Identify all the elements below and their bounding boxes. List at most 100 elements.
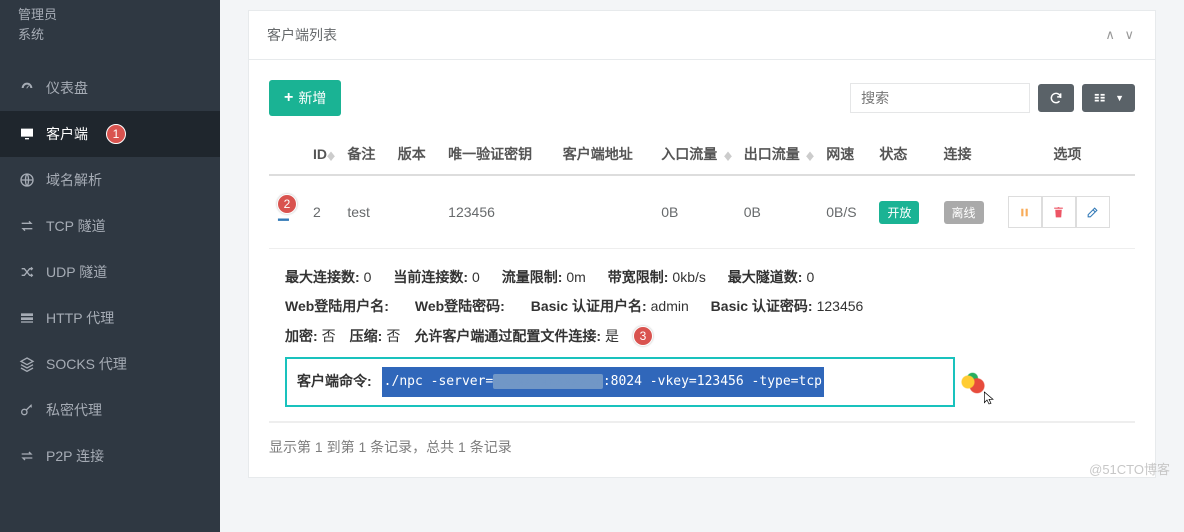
flow-limit-label: 流量限制: (502, 269, 563, 285)
sidebar-item-udp[interactable]: UDP 隧道 (0, 249, 220, 295)
add-button[interactable]: + 新增 (269, 80, 341, 116)
edit-icon (1086, 206, 1099, 219)
cell-speed: 0B/S (818, 175, 871, 249)
col-version[interactable]: 版本 (390, 134, 440, 175)
sidebar-item-http[interactable]: HTTP 代理 (0, 295, 220, 341)
refresh-icon (1049, 91, 1063, 105)
cur-conn-label: 当前连接数: (393, 269, 468, 285)
sidebar-item-label: TCP 隧道 (46, 216, 106, 236)
col-in[interactable]: 入口流量 (653, 134, 735, 175)
cfg-value: 是 (605, 328, 619, 344)
layers-icon (18, 355, 36, 373)
sidebar: 管理员 系统 仪表盘 客户端 1 域名解析 TCP 隧道 (0, 0, 220, 532)
panel-collapse-icon[interactable]: ∧ ∨ (1105, 27, 1137, 43)
web-user-label: Web登陆用户名: (285, 298, 389, 314)
plus-icon: + (284, 89, 293, 107)
row-details: 最大连接数:0 当前连接数:0 流量限制:0m 带宽限制:0kb/s 最大隧道数… (269, 249, 1135, 422)
pause-button[interactable] (1008, 196, 1042, 228)
server-icon (18, 309, 36, 327)
max-tun-label: 最大隧道数: (728, 269, 803, 285)
max-conn-value: 0 (364, 269, 372, 285)
watermark: @51CTO博客 (1089, 459, 1170, 478)
col-vkey[interactable]: 唯一验证密钥 (440, 134, 555, 175)
col-status[interactable]: 状态 (871, 134, 935, 175)
max-conn-label: 最大连接数: (285, 269, 360, 285)
sidebar-item-p2p[interactable]: P2P 连接 (0, 433, 220, 479)
pagination-info: 显示第 1 到第 1 条记录，总共 1 条记录 (269, 437, 1135, 457)
cell-addr (555, 175, 654, 249)
panel-header: 客户端列表 ∧ ∨ (249, 11, 1155, 60)
cell-vkey: 123456 (440, 175, 555, 249)
profile-block: 管理员 系统 (0, 0, 220, 60)
refresh-button[interactable] (1038, 84, 1074, 112)
col-out[interactable]: 出口流量 (736, 134, 818, 175)
monitor-icon (18, 125, 36, 143)
col-id[interactable]: ID (305, 134, 339, 175)
cell-id: 2 (305, 175, 339, 249)
col-conn[interactable]: 连接 (936, 134, 1000, 175)
col-addr[interactable]: 客户端地址 (555, 134, 654, 175)
cell-in: 0B (653, 175, 735, 249)
panel: 客户端列表 ∧ ∨ + 新增 ▼ (248, 10, 1156, 478)
cell-out: 0B (736, 175, 818, 249)
basic-user-label: Basic 认证用户名: (531, 298, 647, 314)
profile-role: 管理员 (18, 5, 202, 25)
sidebar-item-label: 仪表盘 (46, 78, 88, 98)
basic-user-value: admin (651, 298, 689, 314)
cfg-label: 允许客户端通过配置文件连接: (414, 328, 601, 344)
sidebar-badge: 1 (106, 124, 126, 144)
trash-icon (1052, 206, 1065, 219)
sidebar-item-label: 客户端 (46, 124, 88, 144)
edit-button[interactable] (1076, 196, 1110, 228)
cell-version (390, 175, 440, 249)
search-input[interactable] (850, 83, 1030, 113)
profile-mode: 系统 (18, 25, 202, 45)
marker-badge-3: 3 (633, 326, 653, 346)
sidebar-item-label: 域名解析 (46, 170, 102, 190)
sidebar-item-label: P2P 连接 (46, 446, 104, 466)
conn-badge: 离线 (944, 201, 984, 224)
zip-label: 压缩: (350, 328, 383, 344)
expand-icon[interactable]: − (277, 207, 290, 232)
enc-value: 否 (322, 328, 336, 344)
bw-limit-value: 0kb/s (672, 269, 705, 285)
client-command-box: 客户端命令: ./npc -server=xxxxxxxxxxxxxx:8024… (285, 357, 955, 406)
sidebar-item-label: UDP 隧道 (46, 262, 107, 282)
enc-label: 加密: (285, 328, 318, 344)
panel-title: 客户端列表 (267, 25, 337, 45)
row-options (1008, 196, 1110, 228)
dashboard-icon (18, 79, 36, 97)
sidebar-item-label: HTTP 代理 (46, 308, 114, 328)
flow-limit-value: 0m (566, 269, 585, 285)
pause-icon (1018, 206, 1031, 219)
cmd-text[interactable]: ./npc -server=xxxxxxxxxxxxxx:8024 -vkey=… (382, 367, 824, 396)
toolbar: + 新增 ▼ (269, 80, 1135, 116)
max-tun-value: 0 (806, 269, 814, 285)
zip-value: 否 (386, 328, 400, 344)
swap-icon (18, 217, 36, 235)
col-options[interactable]: 选项 (1000, 134, 1135, 175)
cmd-label: 客户端命令: (297, 367, 372, 396)
web-pass-label: Web登陆密码: (415, 298, 505, 314)
sidebar-item-label: SOCKS 代理 (46, 354, 127, 374)
main-content: 客户端列表 ∧ ∨ + 新增 ▼ (220, 0, 1184, 532)
sidebar-item-domain[interactable]: 域名解析 (0, 157, 220, 203)
delete-button[interactable] (1042, 196, 1076, 228)
table-row[interactable]: 2 − 2 test 123456 0B 0B 0B/S 开放 (269, 175, 1135, 249)
col-remark[interactable]: 备注 (339, 134, 389, 175)
sidebar-item-label: 私密代理 (46, 400, 102, 420)
sidebar-item-clients[interactable]: 客户端 1 (0, 111, 220, 157)
sidebar-item-dashboard[interactable]: 仪表盘 (0, 65, 220, 111)
shuffle-icon (18, 263, 36, 281)
columns-icon (1093, 91, 1107, 105)
fruit-decoration-icon (959, 372, 989, 397)
sidebar-item-socks[interactable]: SOCKS 代理 (0, 341, 220, 387)
sidebar-item-tcp[interactable]: TCP 隧道 (0, 203, 220, 249)
col-speed[interactable]: 网速 (818, 134, 871, 175)
clients-table: ID 备注 版本 唯一验证密钥 客户端地址 入口流量 出口流量 网速 状态 连接… (269, 134, 1135, 423)
column-toggle-button[interactable]: ▼ (1082, 84, 1135, 112)
status-badge: 开放 (879, 201, 919, 224)
basic-pass-value: 123456 (817, 298, 864, 314)
exchange-icon (18, 447, 36, 465)
sidebar-item-private[interactable]: 私密代理 (0, 387, 220, 433)
